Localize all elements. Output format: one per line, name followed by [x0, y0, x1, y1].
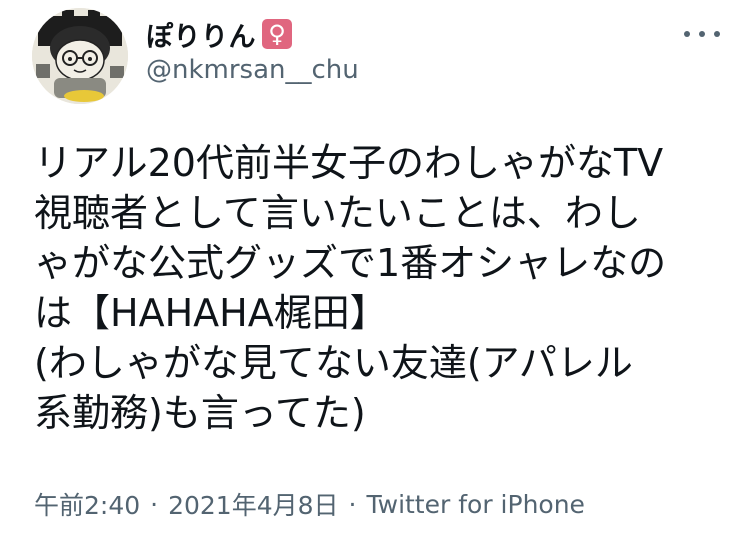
meta-separator: ·	[150, 489, 159, 519]
tweet-date[interactable]: 2021年4月8日	[168, 486, 338, 522]
tweet-line: 系勤務)も言ってた)	[34, 391, 366, 435]
more-options-icon	[684, 31, 690, 37]
female-sign-icon: ♀	[262, 19, 292, 49]
cartoon-avatar-icon	[32, 8, 128, 104]
display-name-row[interactable]: ぽりりん ♀	[146, 14, 292, 54]
tweet-meta: 午前2:40 · 2021年4月8日 · Twitter for iPhone	[34, 486, 585, 522]
tweet-time[interactable]: 午前2:40	[34, 486, 140, 522]
display-name[interactable]: ぽりりん	[146, 15, 256, 54]
tweet-line: ゃがな公式グッズで1番オシャレなの	[34, 241, 667, 285]
user-handle[interactable]: @nkmrsan__chu	[146, 55, 359, 85]
tweet-source-link[interactable]: Twitter for iPhone	[366, 490, 584, 519]
tweet-line: 視聴者として言いたいことは、わし	[34, 191, 641, 235]
tweet-line: (わしゃがな見てない友達(アパレル	[34, 341, 633, 385]
tweet-text: リアル20代前半女子のわしゃがなTV 視聴者として言いたいことは、わし ゃがな公…	[34, 138, 724, 438]
more-options-icon-dot	[699, 31, 705, 37]
tweet-card: ぽりりん ♀ @nkmrsan__chu リアル20代前半女子のわしゃがなTV …	[0, 0, 750, 544]
tweet-line: は【HAHAHA梶田】	[34, 291, 388, 335]
more-options-button[interactable]	[684, 24, 720, 44]
tweet-line: リアル20代前半女子のわしゃがなTV	[34, 141, 664, 185]
more-options-icon-dot	[714, 31, 720, 37]
meta-separator: ·	[348, 489, 357, 519]
avatar[interactable]	[32, 8, 128, 104]
